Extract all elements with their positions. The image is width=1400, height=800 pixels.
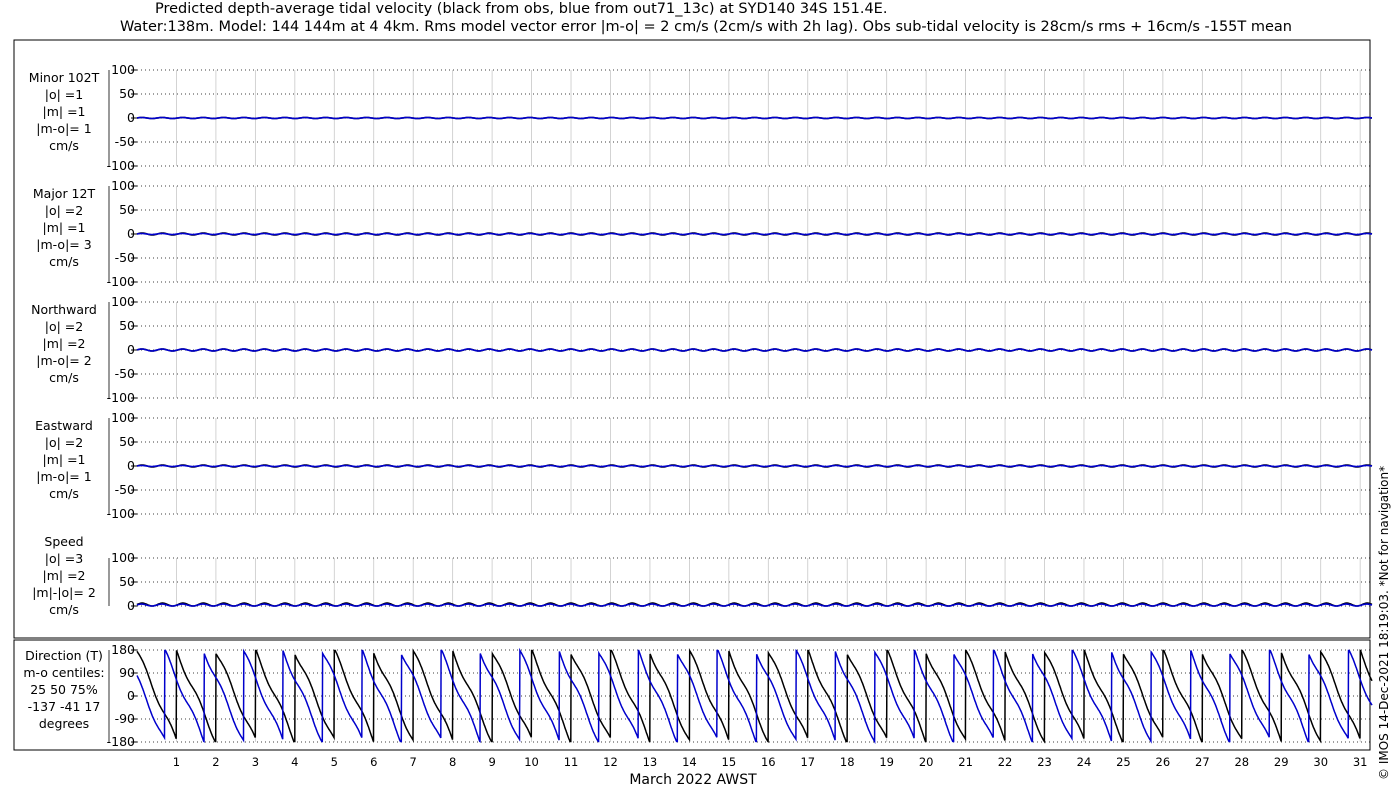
- panel-label-line: |m-o|= 2: [36, 353, 91, 368]
- x-tick-label: 9: [488, 755, 495, 769]
- panel-label-line: |m| =2: [43, 336, 86, 351]
- panel-label-line: |m| =1: [43, 220, 86, 235]
- y-tick-label: 50: [119, 202, 135, 217]
- panel-label-line: cm/s: [49, 138, 79, 153]
- x-tick-label: 26: [1156, 755, 1171, 769]
- x-tick-label: 11: [564, 755, 579, 769]
- y-tick-label: 0: [127, 226, 135, 241]
- x-tick-label: 1: [173, 755, 180, 769]
- x-tick-label: 16: [761, 755, 776, 769]
- y-tick-label: -100: [107, 506, 135, 521]
- y-tick-label: 100: [111, 550, 135, 565]
- x-axis-label: March 2022 AWST: [629, 772, 757, 788]
- model-series-line: [136, 647, 1373, 745]
- y-tick-label: 50: [119, 434, 135, 449]
- x-tick-label: 24: [1077, 755, 1092, 769]
- x-tick-label: 4: [291, 755, 298, 769]
- model-series-line: [137, 232, 1372, 236]
- model-series-line: [136, 603, 1373, 607]
- panel-label-line: Eastward: [35, 418, 93, 433]
- y-tick-label: 0: [127, 458, 135, 473]
- x-tick-label: 21: [958, 755, 973, 769]
- y-tick-label: 50: [119, 574, 135, 589]
- x-tick-label: 18: [840, 755, 855, 769]
- x-tick-label: 17: [800, 755, 815, 769]
- tidal-velocity-chart: 100500-50-100Minor 102T|o| =1|m| =1|m-o|…: [13, 39, 1391, 788]
- y-tick-label: -50: [115, 250, 135, 265]
- x-tick-label: 20: [919, 755, 934, 769]
- y-tick-label: 50: [119, 86, 135, 101]
- y-tick-label: -100: [107, 274, 135, 289]
- panel-label-line: Direction (T): [25, 648, 103, 663]
- panel-label-line: |o| =3: [45, 551, 83, 566]
- y-tick-label: -100: [107, 158, 135, 173]
- panel-label-line: |m| =2: [43, 568, 86, 583]
- panel-label-line: |m-o|= 1: [36, 469, 91, 484]
- y-tick-label: -100: [107, 390, 135, 405]
- x-tick-label: 22: [998, 755, 1013, 769]
- panel-label-line: 25 50 75%: [30, 682, 98, 697]
- panel-label-line: |o| =2: [45, 203, 83, 218]
- y-tick-label: -180: [107, 734, 135, 749]
- y-tick-label: -50: [115, 134, 135, 149]
- panel-label-line: |o| =2: [45, 435, 83, 450]
- x-tick-label: 10: [524, 755, 539, 769]
- panel-label-line: cm/s: [49, 254, 79, 269]
- panel-label-line: cm/s: [49, 486, 79, 501]
- y-tick-label: 0: [127, 598, 135, 613]
- panel-label-line: |o| =2: [45, 319, 83, 334]
- y-tick-label: -50: [115, 366, 135, 381]
- model-series-line: [137, 116, 1372, 120]
- panel-label-line: cm/s: [49, 370, 79, 385]
- y-tick-label: -90: [115, 711, 135, 726]
- panel-label-line: Northward: [31, 302, 97, 317]
- upper-frame: [13, 39, 1371, 639]
- panel-label-line: Minor 102T: [29, 70, 100, 85]
- panel-label-line: |m-o|= 1: [36, 121, 91, 136]
- y-tick-label: 90: [119, 665, 135, 680]
- x-tick-label: 7: [410, 755, 417, 769]
- side-note: © IMOS 14-Dec-2021 18:19:03. *Not for na…: [1377, 466, 1391, 780]
- y-tick-label: 50: [119, 318, 135, 333]
- x-tick-label: 12: [603, 755, 618, 769]
- panel-label-line: Major 12T: [33, 186, 96, 201]
- y-tick-label: 100: [111, 62, 135, 77]
- x-tick-label: 25: [1116, 755, 1131, 769]
- x-tick-label: 30: [1313, 755, 1328, 769]
- x-tick-label: 6: [370, 755, 377, 769]
- panel-label-line: degrees: [39, 716, 89, 731]
- x-tick-label: 8: [449, 755, 456, 769]
- x-tick-label: 27: [1195, 755, 1210, 769]
- panel-label-line: -137 -41 17: [28, 699, 101, 714]
- panel-label-line: |m-o|= 3: [36, 237, 91, 252]
- panel-label-line: |m| =1: [43, 104, 86, 119]
- x-tick-label: 23: [1037, 755, 1052, 769]
- x-tick-label: 13: [643, 755, 658, 769]
- x-tick-label: 31: [1353, 755, 1368, 769]
- panel-label-line: |m| =1: [43, 452, 86, 467]
- x-tick-label: 28: [1234, 755, 1249, 769]
- x-tick-label: 19: [879, 755, 894, 769]
- x-tick-label: 14: [682, 755, 697, 769]
- x-tick-label: 5: [331, 755, 338, 769]
- y-tick-label: 0: [127, 688, 135, 703]
- y-tick-label: 0: [127, 110, 135, 125]
- x-tick-label: 2: [212, 755, 219, 769]
- y-tick-label: -50: [115, 482, 135, 497]
- y-tick-label: 100: [111, 178, 135, 193]
- panel-label-line: m-o centiles:: [23, 665, 104, 680]
- x-tick-label: 15: [722, 755, 737, 769]
- y-tick-label: 180: [111, 642, 135, 657]
- panel-label-line: |o| =1: [45, 87, 83, 102]
- y-tick-label: 100: [111, 410, 135, 425]
- model-series-line: [136, 348, 1372, 352]
- y-tick-label: 100: [111, 294, 135, 309]
- panel-label-line: Speed: [44, 534, 83, 549]
- x-tick-label: 3: [252, 755, 259, 769]
- x-tick-label: 29: [1274, 755, 1289, 769]
- panel-label-line: cm/s: [49, 602, 79, 617]
- y-tick-label: 0: [127, 342, 135, 357]
- model-series-line: [137, 464, 1372, 468]
- panel-label-line: |m|-|o|= 2: [32, 585, 96, 600]
